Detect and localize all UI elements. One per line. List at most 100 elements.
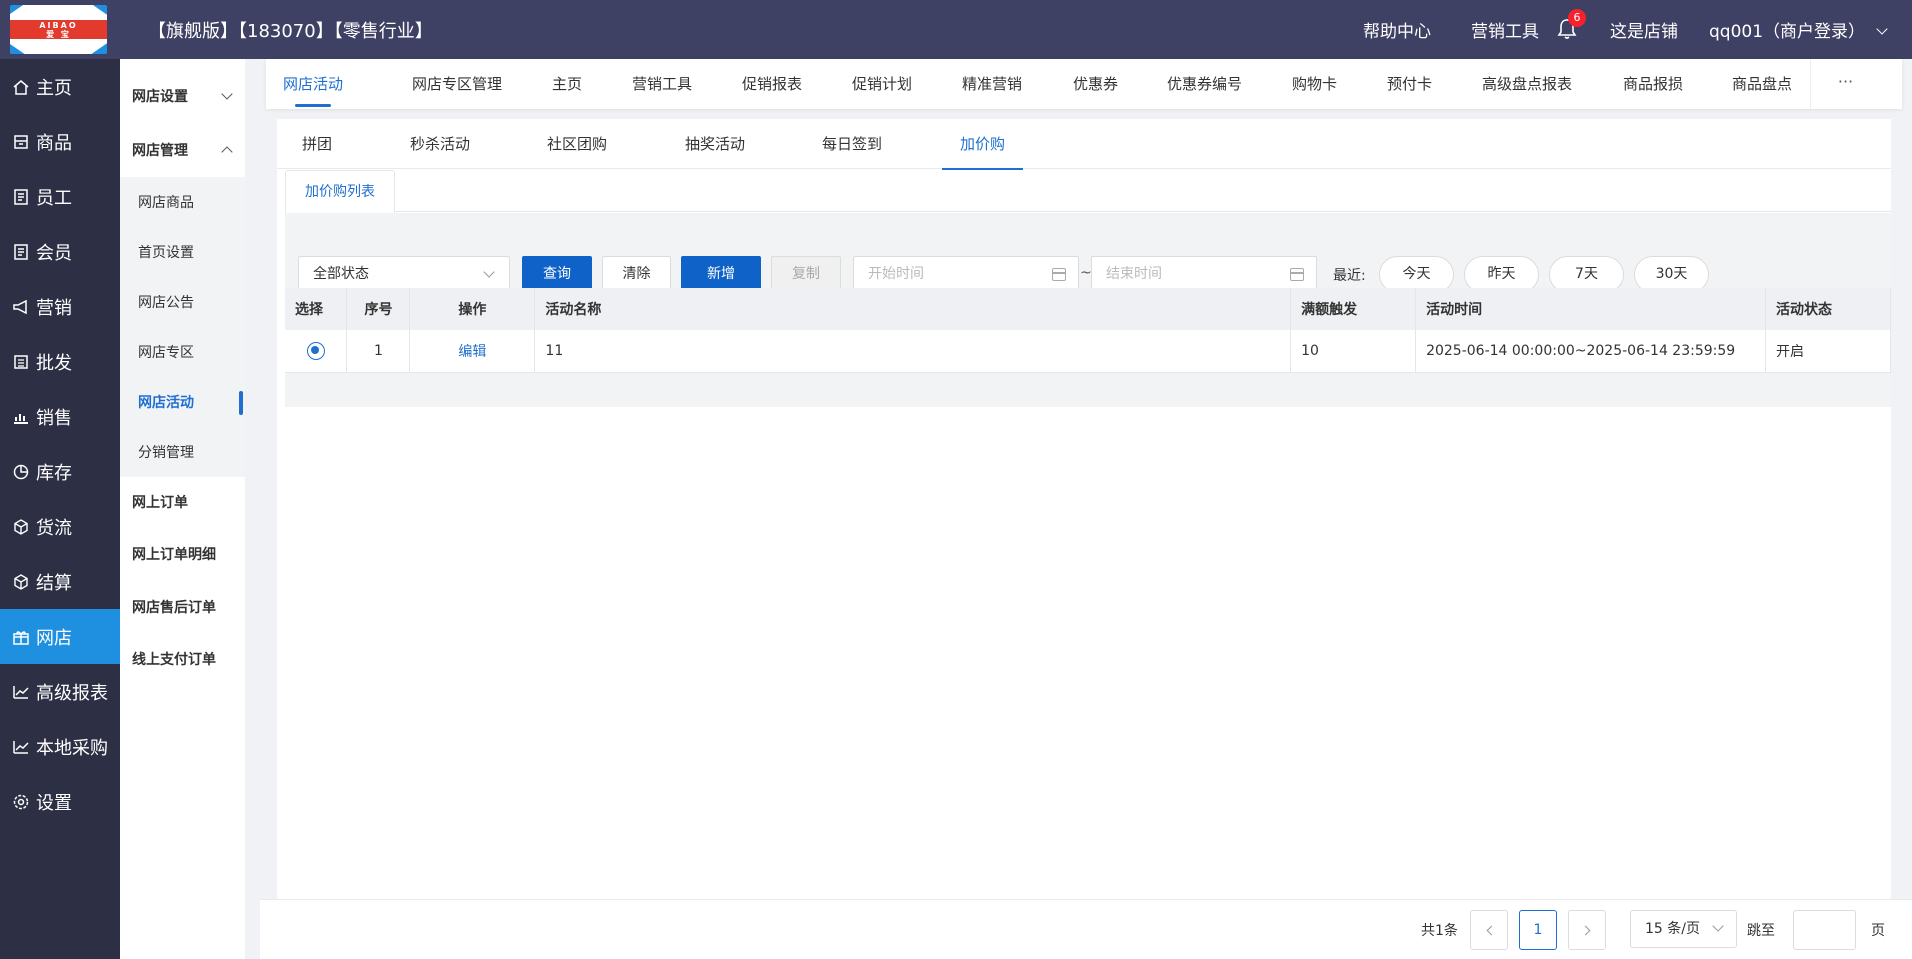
sidebar-item-label: 货流 <box>36 517 72 539</box>
page-label: 页 <box>1871 923 1885 939</box>
help-center-link[interactable]: 帮助中心 <box>1363 17 1431 42</box>
activity-subtabs: 拼团 秒杀活动 社区团购 抽奖活动 每日签到 加价购 <box>277 119 1891 170</box>
tab-shop-activity[interactable]: 网店活动 <box>283 59 343 109</box>
tab-home[interactable]: 主页 <box>552 59 582 109</box>
main-sidebar: 主页 商品 员工 会员 营销 批发 销售 库存 货流 结算 网店 高级报表 本地… <box>0 59 120 959</box>
subtab-daily-checkin[interactable]: 每日签到 <box>822 119 882 169</box>
gear-icon <box>13 794 29 809</box>
page-size-value: 15 条/页 <box>1645 921 1700 937</box>
sidebar-item-wholesale[interactable]: 批发 <box>0 334 120 389</box>
row-radio[interactable] <box>306 341 325 360</box>
page-1-button[interactable]: 1 <box>1519 910 1557 950</box>
subside-item-online-orders[interactable]: 网上订单 <box>120 476 245 528</box>
recent-label: 最近: <box>1333 268 1366 284</box>
row-activity-status: 开启 <box>1765 330 1892 373</box>
tab-add-on-purchase-list[interactable]: 加价购列表 <box>285 170 395 213</box>
sidebar-item-inventory[interactable]: 库存 <box>0 444 120 499</box>
tab-goods-loss[interactable]: 商品报损 <box>1623 59 1683 109</box>
subside-group-shop-management[interactable]: 网店管理 <box>120 125 245 175</box>
col-threshold: 满额触发 <box>1290 288 1417 330</box>
marketing-tools-link[interactable]: 营销工具 <box>1471 17 1539 42</box>
end-date-placeholder: 结束时间 <box>1106 266 1162 282</box>
store-title: 【旗舰版】【183070】【零售行业】 <box>148 21 433 42</box>
sidebar-item-label: 结算 <box>36 572 72 594</box>
tab-precision-marketing[interactable]: 精准营销 <box>962 59 1022 109</box>
sidebar-item-home[interactable]: 主页 <box>0 59 120 114</box>
tab-promo-plan[interactable]: 促销计划 <box>852 59 912 109</box>
chevron-down-icon <box>1876 23 1889 35</box>
sidebar-item-label: 本地采购 <box>36 737 108 759</box>
col-activity-time: 活动时间 <box>1415 288 1766 330</box>
jump-page-input[interactable] <box>1793 910 1856 950</box>
sidebar-item-label: 销售 <box>36 407 72 429</box>
tab-marketing-tools[interactable]: 营销工具 <box>632 59 692 109</box>
tab-advanced-stocktake-report[interactable]: 高级盘点报表 <box>1482 59 1572 109</box>
subside-item-home-settings[interactable]: 首页设置 <box>120 227 245 277</box>
subside-item-online-payment-orders[interactable]: 线上支付订单 <box>120 633 245 685</box>
page-size-select[interactable]: 15 条/页 <box>1630 910 1737 948</box>
subside-group-shop-settings[interactable]: 网店设置 <box>120 71 245 121</box>
chevron-down-icon <box>1712 920 1724 932</box>
logo-text: AIBAO <box>39 21 78 30</box>
sidebar-item-marketing[interactable]: 营销 <box>0 279 120 334</box>
more-tabs-button[interactable]: ··· <box>1810 59 1880 109</box>
tab-goods-stocktake[interactable]: 商品盘点 <box>1732 59 1792 109</box>
subtab-add-on-purchase[interactable]: 加价购 <box>941 119 1024 170</box>
sidebar-item-label: 高级报表 <box>36 682 108 704</box>
subtab-lottery[interactable]: 抽奖活动 <box>685 119 745 169</box>
table-row[interactable]: 1 编辑 11 10 2025-06-14 00:00:00~2025-06-1… <box>285 330 1892 373</box>
sidebar-item-sales[interactable]: 销售 <box>0 389 120 444</box>
settle-icon <box>14 573 28 590</box>
sub-sidebar: 网店设置 网店管理 网店商品 首页设置 网店公告 网店专区 网店活动 分销管理 … <box>120 59 245 959</box>
subside-item-shop-activity[interactable]: 网店活动 <box>120 377 245 427</box>
tab-promo-report[interactable]: 促销报表 <box>742 59 802 109</box>
pager-total: 共1条 <box>1421 923 1458 939</box>
sales-chart-icon <box>14 413 28 424</box>
sidebar-item-label: 商品 <box>36 132 72 154</box>
tab-prepaid-card[interactable]: 预付卡 <box>1387 59 1432 109</box>
subtab-flash-sale[interactable]: 秒杀活动 <box>410 119 470 169</box>
sidebar-item-advanced-report[interactable]: 高级报表 <box>0 664 120 719</box>
subside-item-online-order-details[interactable]: 网上订单明细 <box>120 528 245 580</box>
col-action: 操作 <box>409 288 536 330</box>
start-date-placeholder: 开始时间 <box>868 266 924 282</box>
calendar-icon <box>1052 268 1066 281</box>
table-header-row: 选择 序号 操作 活动名称 满额触发 活动时间 活动状态 <box>285 288 1892 330</box>
subside-item-shop-zone[interactable]: 网店专区 <box>120 327 245 377</box>
shop-link[interactable]: 这是店铺 <box>1610 17 1678 42</box>
logo-subtext: 爱 宝 <box>46 30 71 39</box>
aibao-logo[interactable]: AIBAO 爱 宝 <box>10 5 107 54</box>
sidebar-item-settlement[interactable]: 结算 <box>0 554 120 609</box>
status-select-value: 全部状态 <box>313 266 369 282</box>
subside-item-aftersale-orders[interactable]: 网店售后订单 <box>120 581 245 633</box>
tab-coupon-code[interactable]: 优惠券编号 <box>1167 59 1242 109</box>
sidebar-item-local-purchase[interactable]: 本地采购 <box>0 719 120 774</box>
sidebar-item-staff[interactable]: 员工 <box>0 169 120 224</box>
sidebar-item-webshop[interactable]: 网店 <box>0 609 120 664</box>
subtab-group-buy[interactable]: 拼团 <box>302 119 332 169</box>
main-panel: 拼团 秒杀活动 社区团购 抽奖活动 每日签到 加价购 加价购列表 全部状态 查询… <box>277 119 1892 899</box>
user-menu[interactable]: qq001（商户登录） <box>1709 17 1889 42</box>
subtab-community-buy[interactable]: 社区团购 <box>547 119 607 169</box>
pagination-bar: 共1条 1 15 条/页 跳至 页 <box>260 899 1912 959</box>
subside-group-label: 网店设置 <box>132 89 188 105</box>
chevron-down-icon <box>483 266 495 278</box>
next-page-button[interactable] <box>1568 910 1606 950</box>
edit-link[interactable]: 编辑 <box>458 344 486 360</box>
prev-page-button[interactable] <box>1470 910 1508 950</box>
sidebar-item-goods[interactable]: 商品 <box>0 114 120 169</box>
notification-badge: 6 <box>1568 9 1586 27</box>
subside-item-distribution[interactable]: 分销管理 <box>120 427 245 477</box>
tab-shop-zone-management[interactable]: 网店专区管理 <box>412 59 502 109</box>
wholesale-icon <box>14 354 28 369</box>
sidebar-item-flow[interactable]: 货流 <box>0 499 120 554</box>
home-icon <box>13 79 29 95</box>
subside-item-shop-notice[interactable]: 网店公告 <box>120 277 245 327</box>
tab-coupon[interactable]: 优惠券 <box>1073 59 1118 109</box>
report-icon <box>13 685 29 699</box>
sidebar-item-label: 主页 <box>36 77 72 99</box>
subside-item-shop-goods[interactable]: 网店商品 <box>120 177 245 227</box>
sidebar-item-member[interactable]: 会员 <box>0 224 120 279</box>
sidebar-item-settings[interactable]: 设置 <box>0 774 120 829</box>
tab-shopping-card[interactable]: 购物卡 <box>1292 59 1337 109</box>
